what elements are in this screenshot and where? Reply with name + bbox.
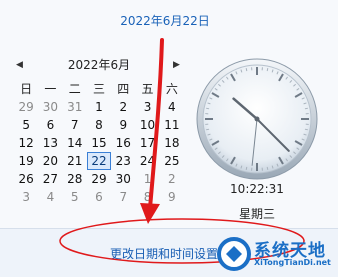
date-time-popup: 2022年6月22日 ◀ 2022年6月 ▶ 日 一 二 三 四 五 六 29 … — [0, 0, 338, 276]
watermark-logo: 系统天地 XiTongTianDi.net — [216, 234, 336, 274]
annotation-arrowhead-icon — [140, 203, 160, 224]
logo-url: XiTongTianDi.net — [254, 258, 331, 267]
annotation-arrow-shaft — [150, 40, 162, 208]
logo-emblem-icon — [216, 236, 252, 272]
